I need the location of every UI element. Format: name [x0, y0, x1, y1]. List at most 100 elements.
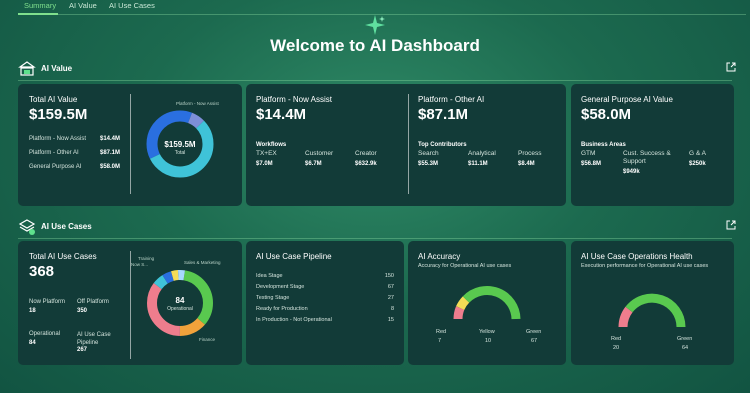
pipeline-row-label: Testing Stage [256, 295, 290, 301]
item-label: Search [418, 150, 439, 157]
total-ai-value-card[interactable]: Total AI Value $159.5M Platform - Now As… [18, 84, 242, 206]
item-label: G & A [689, 150, 706, 157]
other-ai-value: $87.1M [418, 106, 469, 123]
legend-label-yellow: Yellow [479, 329, 495, 335]
card-subtitle: Execution performance for Operational AI… [581, 263, 709, 269]
tab-summary[interactable]: Summary [24, 1, 56, 10]
total-ai-value: $159.5M [29, 106, 88, 123]
item-label: Analytical [468, 150, 496, 157]
row-label: Now Platform [29, 299, 66, 305]
item-value: $949k [623, 169, 640, 175]
divider [130, 251, 131, 359]
section-title-ai-value: AI Value [41, 64, 73, 73]
ai-value-section-header: AI Value [18, 60, 736, 81]
row-label: Off Platform [77, 299, 109, 305]
item-value: $11.1M [468, 161, 488, 167]
group-label: Business Areas [581, 142, 626, 148]
external-link-icon[interactable] [726, 62, 736, 72]
row-value: $14.4M [100, 136, 121, 142]
health-gauge[interactable] [615, 289, 689, 331]
donut-label-training: Training [138, 256, 155, 261]
pipeline-row-value: 15 [387, 317, 394, 323]
item-value: $7.0M [256, 161, 273, 167]
ai-accuracy-card[interactable]: AI Accuracy Accuracy for Operational AI … [408, 241, 566, 365]
donut-label-finance: Finance [199, 337, 216, 342]
pipeline-row-label: In Production - Not Operational [256, 317, 332, 323]
general-purpose-ai-card[interactable]: General Purpose AI Value $58.0M Business… [571, 84, 734, 206]
group-label: Workflows [256, 142, 287, 148]
active-tab-indicator [18, 13, 58, 15]
now-assist-value: $14.4M [256, 106, 307, 123]
legend-value-green: 64 [682, 345, 689, 351]
card-title: AI Use Case Operations Health [581, 252, 693, 261]
pipeline-row-label: Development Stage [256, 284, 305, 290]
card-title: Total AI Value [29, 95, 78, 104]
legend-label-red: Red [436, 329, 447, 335]
row-value: 267 [77, 347, 88, 353]
item-label: Cust. Success & Support [623, 150, 671, 165]
card-subtitle: Accuracy for Operational AI use cases [418, 263, 512, 269]
layers-icon [18, 219, 36, 235]
external-link-icon[interactable] [726, 220, 736, 230]
item-label: TX+EX [256, 150, 277, 157]
donut-center-value: 84 [175, 296, 185, 305]
item-value: $6.7M [305, 161, 322, 167]
pipeline-row-value: 150 [384, 273, 394, 279]
row-value: $58.0M [100, 164, 121, 170]
pipeline-row-label: Ready for Production [256, 306, 308, 312]
legend-value-red: 7 [438, 338, 442, 344]
legend-label-green: Green [677, 336, 693, 342]
item-value: $250k [689, 161, 706, 167]
row-label: Platform - Now Assist [29, 136, 87, 142]
card-title: General Purpose AI Value [581, 95, 673, 104]
row-value: 84 [29, 340, 36, 346]
pipeline-card[interactable]: AI Use Case Pipeline Idea Stage 150 Deve… [246, 241, 404, 365]
platform-value-card[interactable]: Platform - Now Assist $14.4M Workflows T… [246, 84, 566, 206]
pipeline-row-value: 27 [387, 295, 394, 301]
legend-label-green: Green [526, 329, 542, 335]
tab-bar: Summary AI Value AI Use Cases [18, 0, 746, 15]
bank-icon [18, 61, 36, 76]
legend-value-red: 20 [613, 345, 620, 351]
gauge-segment-green [462, 286, 521, 320]
tab-ai-use-cases[interactable]: AI Use Cases [109, 1, 155, 10]
gauge-segment-green [625, 293, 686, 328]
donut-label-now: Now S... [131, 262, 149, 267]
card-title: Platform - Other AI [418, 95, 485, 104]
donut-center-value: $159.5M [164, 140, 196, 149]
general-ai-value: $58.0M [581, 106, 632, 123]
item-label: GTM [581, 150, 596, 157]
divider [130, 94, 131, 194]
section-title-ai-use-cases: AI Use Cases [41, 222, 92, 231]
divider [18, 238, 732, 239]
item-value: $56.8M [581, 161, 602, 167]
donut-center-label: Operational [167, 306, 193, 312]
row-value: 18 [29, 308, 36, 314]
row-value: 350 [77, 308, 88, 314]
gauge-segment-red [618, 306, 633, 328]
item-label: Creator [355, 150, 377, 157]
legend-value-green: 67 [531, 338, 538, 344]
tab-ai-value[interactable]: AI Value [69, 1, 97, 10]
row-label: AI Use Case Pipeline [77, 332, 111, 346]
donut-label-sales: Sales & Marketing [184, 260, 221, 265]
gauge-segment-red [453, 306, 465, 320]
card-title: AI Accuracy [418, 252, 461, 261]
total-use-cases-card[interactable]: Total AI Use Cases 368 Now Platform 18 O… [18, 241, 242, 365]
divider [408, 94, 409, 194]
donut-center-label: Total [174, 150, 186, 156]
ai-use-cases-section-header: AI Use Cases [18, 218, 736, 239]
legend-label-red: Red [611, 336, 622, 342]
row-label: Platform - Other AI [29, 150, 79, 156]
card-title: Platform - Now Assist [256, 95, 333, 104]
operations-health-card[interactable]: AI Use Case Operations Health Execution … [571, 241, 734, 365]
donut-callout-label: Platform - Now Assist [176, 101, 219, 106]
row-label: Operational [29, 331, 61, 337]
sparkle-icon [365, 15, 385, 35]
group-label: Top Contributors [418, 142, 467, 148]
page-title: Welcome to AI Dashboard [270, 36, 480, 55]
total-use-cases-value: 368 [29, 263, 55, 280]
pipeline-row-value: 8 [390, 306, 394, 312]
accuracy-gauge[interactable] [450, 281, 524, 323]
row-value: $87.1M [100, 150, 121, 156]
